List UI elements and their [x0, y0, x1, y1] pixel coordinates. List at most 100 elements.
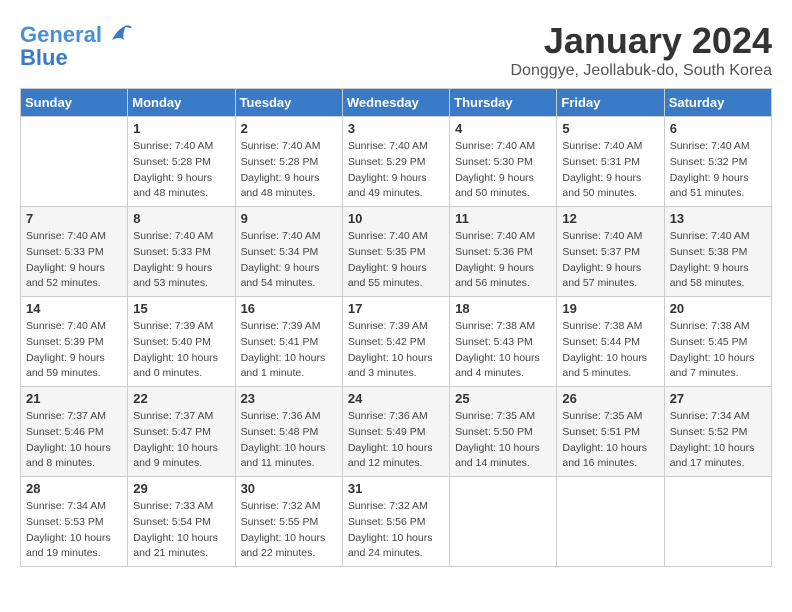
- day-info: Sunrise: 7:40 AMSunset: 5:28 PMDaylight:…: [241, 139, 337, 202]
- day-number: 29: [133, 481, 229, 496]
- day-info: Sunrise: 7:38 AMSunset: 5:44 PMDaylight:…: [562, 319, 658, 382]
- calendar-cell: [557, 477, 664, 567]
- day-info: Sunrise: 7:40 AMSunset: 5:29 PMDaylight:…: [348, 139, 444, 202]
- calendar-week-row: 14 Sunrise: 7:40 AMSunset: 5:39 PMDaylig…: [21, 297, 772, 387]
- day-number: 11: [455, 211, 551, 226]
- day-info: Sunrise: 7:40 AMSunset: 5:31 PMDaylight:…: [562, 139, 658, 202]
- calendar-cell: 11 Sunrise: 7:40 AMSunset: 5:36 PMDaylig…: [450, 207, 557, 297]
- day-info: Sunrise: 7:39 AMSunset: 5:40 PMDaylight:…: [133, 319, 229, 382]
- day-info: Sunrise: 7:36 AMSunset: 5:49 PMDaylight:…: [348, 409, 444, 472]
- calendar-table: SundayMondayTuesdayWednesdayThursdayFrid…: [20, 88, 772, 567]
- day-info: Sunrise: 7:34 AMSunset: 5:52 PMDaylight:…: [670, 409, 766, 472]
- calendar-cell: 26 Sunrise: 7:35 AMSunset: 5:51 PMDaylig…: [557, 387, 664, 477]
- calendar-week-row: 21 Sunrise: 7:37 AMSunset: 5:46 PMDaylig…: [21, 387, 772, 477]
- calendar-cell: 27 Sunrise: 7:34 AMSunset: 5:52 PMDaylig…: [664, 387, 771, 477]
- calendar-cell: 23 Sunrise: 7:36 AMSunset: 5:48 PMDaylig…: [235, 387, 342, 477]
- calendar-cell: 6 Sunrise: 7:40 AMSunset: 5:32 PMDayligh…: [664, 117, 771, 207]
- calendar-cell: 9 Sunrise: 7:40 AMSunset: 5:34 PMDayligh…: [235, 207, 342, 297]
- calendar-cell: 28 Sunrise: 7:34 AMSunset: 5:53 PMDaylig…: [21, 477, 128, 567]
- calendar-cell: 25 Sunrise: 7:35 AMSunset: 5:50 PMDaylig…: [450, 387, 557, 477]
- weekday-header: Sunday: [21, 89, 128, 117]
- day-info: Sunrise: 7:37 AMSunset: 5:47 PMDaylight:…: [133, 409, 229, 472]
- day-number: 23: [241, 391, 337, 406]
- weekday-header: Thursday: [450, 89, 557, 117]
- day-info: Sunrise: 7:40 AMSunset: 5:34 PMDaylight:…: [241, 229, 337, 292]
- day-number: 9: [241, 211, 337, 226]
- day-info: Sunrise: 7:38 AMSunset: 5:43 PMDaylight:…: [455, 319, 551, 382]
- day-info: Sunrise: 7:39 AMSunset: 5:41 PMDaylight:…: [241, 319, 337, 382]
- day-info: Sunrise: 7:32 AMSunset: 5:55 PMDaylight:…: [241, 499, 337, 562]
- calendar-cell: [450, 477, 557, 567]
- day-info: Sunrise: 7:40 AMSunset: 5:33 PMDaylight:…: [26, 229, 122, 292]
- day-info: Sunrise: 7:40 AMSunset: 5:37 PMDaylight:…: [562, 229, 658, 292]
- weekday-header: Saturday: [664, 89, 771, 117]
- calendar-cell: 13 Sunrise: 7:40 AMSunset: 5:38 PMDaylig…: [664, 207, 771, 297]
- calendar-cell: 18 Sunrise: 7:38 AMSunset: 5:43 PMDaylig…: [450, 297, 557, 387]
- calendar-cell: 22 Sunrise: 7:37 AMSunset: 5:47 PMDaylig…: [128, 387, 235, 477]
- calendar-cell: 29 Sunrise: 7:33 AMSunset: 5:54 PMDaylig…: [128, 477, 235, 567]
- calendar-cell: 2 Sunrise: 7:40 AMSunset: 5:28 PMDayligh…: [235, 117, 342, 207]
- day-number: 19: [562, 301, 658, 316]
- calendar-cell: 1 Sunrise: 7:40 AMSunset: 5:28 PMDayligh…: [128, 117, 235, 207]
- weekday-header: Tuesday: [235, 89, 342, 117]
- day-number: 1: [133, 121, 229, 136]
- calendar-cell: 14 Sunrise: 7:40 AMSunset: 5:39 PMDaylig…: [21, 297, 128, 387]
- day-info: Sunrise: 7:35 AMSunset: 5:50 PMDaylight:…: [455, 409, 551, 472]
- calendar-cell: 3 Sunrise: 7:40 AMSunset: 5:29 PMDayligh…: [342, 117, 449, 207]
- day-number: 12: [562, 211, 658, 226]
- day-number: 13: [670, 211, 766, 226]
- day-number: 3: [348, 121, 444, 136]
- day-number: 25: [455, 391, 551, 406]
- day-number: 28: [26, 481, 122, 496]
- calendar-cell: 17 Sunrise: 7:39 AMSunset: 5:42 PMDaylig…: [342, 297, 449, 387]
- calendar-cell: 10 Sunrise: 7:40 AMSunset: 5:35 PMDaylig…: [342, 207, 449, 297]
- day-info: Sunrise: 7:40 AMSunset: 5:38 PMDaylight:…: [670, 229, 766, 292]
- calendar-cell: 31 Sunrise: 7:32 AMSunset: 5:56 PMDaylig…: [342, 477, 449, 567]
- day-info: Sunrise: 7:40 AMSunset: 5:36 PMDaylight:…: [455, 229, 551, 292]
- day-info: Sunrise: 7:40 AMSunset: 5:33 PMDaylight:…: [133, 229, 229, 292]
- day-number: 2: [241, 121, 337, 136]
- calendar-header-row: SundayMondayTuesdayWednesdayThursdayFrid…: [21, 89, 772, 117]
- logo-blue-text: Blue: [20, 46, 68, 70]
- day-number: 31: [348, 481, 444, 496]
- month-title: January 2024: [510, 20, 772, 62]
- logo-text: General: [20, 23, 102, 47]
- day-number: 10: [348, 211, 444, 226]
- day-info: Sunrise: 7:36 AMSunset: 5:48 PMDaylight:…: [241, 409, 337, 472]
- calendar-cell: 12 Sunrise: 7:40 AMSunset: 5:37 PMDaylig…: [557, 207, 664, 297]
- calendar-cell: 15 Sunrise: 7:39 AMSunset: 5:40 PMDaylig…: [128, 297, 235, 387]
- calendar-cell: 24 Sunrise: 7:36 AMSunset: 5:49 PMDaylig…: [342, 387, 449, 477]
- calendar-week-row: 1 Sunrise: 7:40 AMSunset: 5:28 PMDayligh…: [21, 117, 772, 207]
- calendar-cell: 21 Sunrise: 7:37 AMSunset: 5:46 PMDaylig…: [21, 387, 128, 477]
- day-number: 20: [670, 301, 766, 316]
- day-info: Sunrise: 7:34 AMSunset: 5:53 PMDaylight:…: [26, 499, 122, 562]
- day-info: Sunrise: 7:40 AMSunset: 5:35 PMDaylight:…: [348, 229, 444, 292]
- day-info: Sunrise: 7:40 AMSunset: 5:28 PMDaylight:…: [133, 139, 229, 202]
- logo-bird-icon: [104, 20, 134, 50]
- page-header: General Blue January 2024 Donggye, Jeoll…: [20, 20, 772, 80]
- logo: General Blue: [20, 20, 134, 70]
- day-number: 17: [348, 301, 444, 316]
- day-number: 30: [241, 481, 337, 496]
- day-number: 22: [133, 391, 229, 406]
- day-info: Sunrise: 7:40 AMSunset: 5:30 PMDaylight:…: [455, 139, 551, 202]
- day-number: 4: [455, 121, 551, 136]
- calendar-cell: [21, 117, 128, 207]
- day-number: 7: [26, 211, 122, 226]
- day-number: 26: [562, 391, 658, 406]
- day-number: 18: [455, 301, 551, 316]
- calendar-cell: 20 Sunrise: 7:38 AMSunset: 5:45 PMDaylig…: [664, 297, 771, 387]
- day-number: 21: [26, 391, 122, 406]
- day-number: 24: [348, 391, 444, 406]
- calendar-cell: 8 Sunrise: 7:40 AMSunset: 5:33 PMDayligh…: [128, 207, 235, 297]
- day-info: Sunrise: 7:37 AMSunset: 5:46 PMDaylight:…: [26, 409, 122, 472]
- day-number: 14: [26, 301, 122, 316]
- weekday-header: Wednesday: [342, 89, 449, 117]
- calendar-cell: 30 Sunrise: 7:32 AMSunset: 5:55 PMDaylig…: [235, 477, 342, 567]
- weekday-header: Friday: [557, 89, 664, 117]
- day-info: Sunrise: 7:40 AMSunset: 5:32 PMDaylight:…: [670, 139, 766, 202]
- calendar-cell: 19 Sunrise: 7:38 AMSunset: 5:44 PMDaylig…: [557, 297, 664, 387]
- day-number: 16: [241, 301, 337, 316]
- day-number: 5: [562, 121, 658, 136]
- calendar-cell: 16 Sunrise: 7:39 AMSunset: 5:41 PMDaylig…: [235, 297, 342, 387]
